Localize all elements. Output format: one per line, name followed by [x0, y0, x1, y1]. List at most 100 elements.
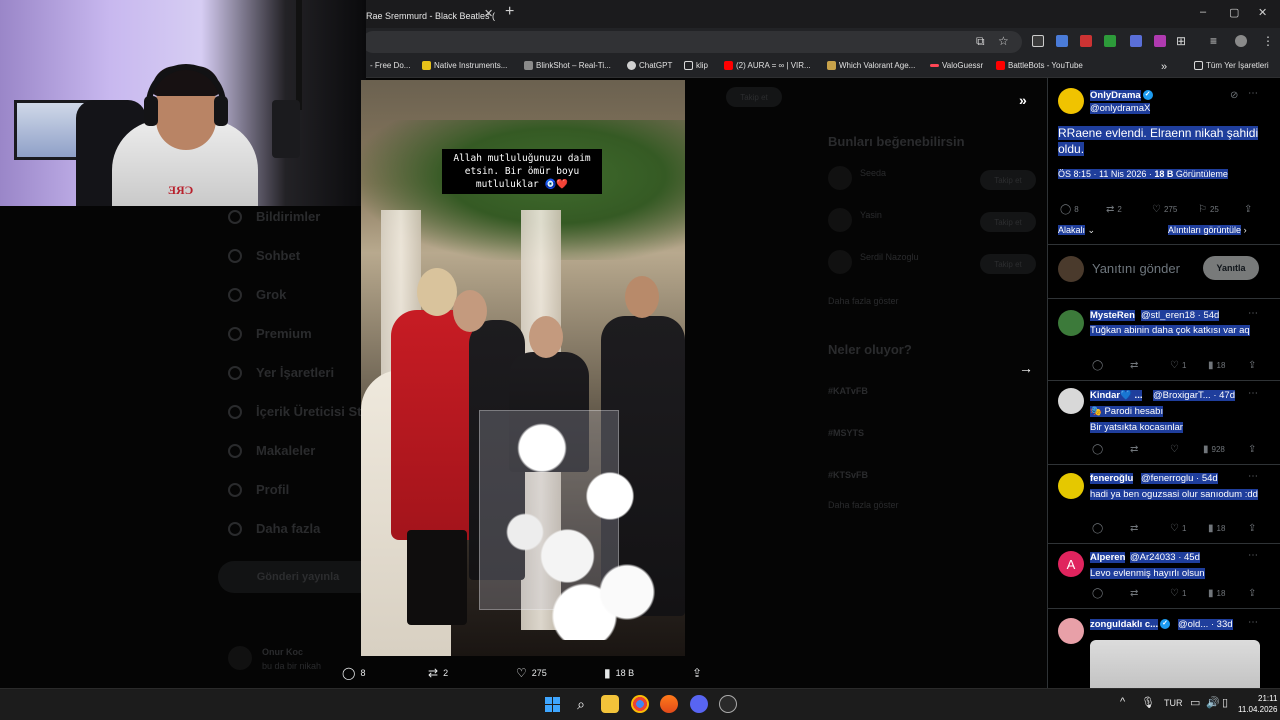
more-options-icon[interactable]: ⋯: [1248, 550, 1258, 561]
reply-avatar[interactable]: [1058, 310, 1084, 336]
bookmark-item[interactable]: BlinkShot – Real-Ti...: [524, 61, 611, 70]
reply-reply-action[interactable]: ◯: [1092, 523, 1103, 534]
file-explorer-icon[interactable]: [601, 695, 619, 713]
reply-media-thumbnail[interactable]: [1090, 640, 1260, 688]
address-input[interactable]: [362, 31, 1022, 53]
trend-item[interactable]: #MSYTS: [828, 428, 864, 438]
profile-avatar[interactable]: [1235, 35, 1247, 47]
more-options-icon[interactable]: ⋯: [1248, 471, 1258, 482]
video-player[interactable]: Allah mutluluğunuzu daim etsin. Bir ömür…: [361, 80, 685, 656]
language-indicator[interactable]: TUR: [1164, 698, 1183, 708]
steam-icon[interactable]: [719, 695, 737, 713]
media-like-action[interactable]: ♡ 275: [516, 666, 547, 680]
tab-close-icon[interactable]: ✕: [484, 7, 493, 20]
reply-repost-action[interactable]: ⇄: [1130, 360, 1138, 371]
author-name[interactable]: OnlyDrama ✓: [1090, 90, 1153, 101]
nav-profile[interactable]: Profil: [228, 482, 289, 497]
post-button[interactable]: Gönderi yayınla: [218, 561, 378, 593]
follow-suggestion-button[interactable]: Takip et: [980, 254, 1036, 274]
windows-start-icon[interactable]: [543, 695, 561, 713]
expand-panel-button[interactable]: »: [1019, 92, 1027, 108]
sort-dropdown[interactable]: Alakalı ⌄: [1058, 224, 1095, 237]
media-reply-action[interactable]: ◯ 8: [342, 666, 365, 680]
reply-repost-action[interactable]: ⇄: [1130, 444, 1138, 455]
extension-icon[interactable]: [1032, 35, 1044, 47]
bookmark-item[interactable]: ChatGPT: [627, 61, 672, 70]
new-tab-button[interactable]: +: [505, 3, 514, 21]
star-icon[interactable]: ☆: [998, 34, 1009, 48]
reply-share-action[interactable]: ⇪: [1248, 444, 1256, 455]
reply-author[interactable]: zonguldaklı c... ✓: [1090, 619, 1171, 630]
extension-icon[interactable]: [1080, 35, 1092, 47]
more-options-icon[interactable]: ⋯: [1248, 388, 1258, 399]
maximize-button[interactable]: ▢: [1229, 6, 1239, 19]
reply-stat[interactable]: ◯ 8: [1060, 204, 1079, 215]
reply-views[interactable]: ▮ 18: [1208, 588, 1225, 599]
view-quotes-link[interactable]: Alıntıları görüntüle ›: [1168, 224, 1247, 237]
reply-reply-action[interactable]: ◯: [1092, 360, 1103, 371]
reply-author[interactable]: Kindar💙 ...: [1090, 390, 1143, 401]
translate-extension-icon[interactable]: [1056, 35, 1068, 47]
reply-avatar[interactable]: [1058, 473, 1084, 499]
reply-handle[interactable]: @stl_eren18 · 54d: [1141, 310, 1220, 321]
battery-icon[interactable]: ▯: [1222, 696, 1228, 709]
volume-icon[interactable]: 🔊: [1206, 696, 1220, 709]
all-bookmarks-folder[interactable]: Tüm Yer İşaretleri: [1194, 61, 1269, 70]
download-extension-icon[interactable]: [1104, 35, 1116, 47]
reply-avatar[interactable]: [1058, 618, 1084, 644]
reply-reply-action[interactable]: ◯: [1092, 444, 1103, 455]
reply-handle[interactable]: @old... · 33d: [1178, 619, 1233, 630]
author-avatar[interactable]: [1058, 88, 1084, 114]
nav-premium[interactable]: Premium: [228, 326, 312, 341]
reply-share-action[interactable]: ⇪: [1248, 360, 1256, 371]
active-tab[interactable]: Rae Sremmurd - Black Beatles (: [360, 4, 500, 28]
reply-like-action[interactable]: ♡ 1: [1170, 360, 1186, 371]
bookmark-item[interactable]: (2) AURA = ∞ | VIR...: [724, 61, 811, 70]
nav-articles[interactable]: Makaleler: [228, 443, 315, 458]
monitor-icon[interactable]: ▭: [1190, 696, 1200, 709]
microphone-icon[interactable]: 🎙: [1141, 696, 1155, 709]
reply-handle[interactable]: @fenerroglu · 54d: [1141, 473, 1218, 484]
more-options-icon[interactable]: ⋯: [1248, 617, 1258, 628]
bookmark-stat[interactable]: ⚐ 25: [1198, 204, 1219, 215]
reply-repost-action[interactable]: ⇄: [1130, 588, 1138, 599]
author-handle[interactable]: @onlydramaX: [1090, 103, 1151, 114]
chrome-icon[interactable]: [631, 695, 649, 713]
nav-more[interactable]: Daha fazla: [228, 521, 320, 536]
reply-repost-action[interactable]: ⇄: [1130, 523, 1138, 534]
reply-handle[interactable]: @BroxigarT... · 47d: [1153, 390, 1235, 401]
nav-creator-studio[interactable]: İçerik Üreticisi St: [228, 404, 362, 419]
nav-notifications[interactable]: Bildirimler: [228, 209, 320, 224]
nav-bookmarks[interactable]: Yer İşaretleri: [228, 365, 334, 380]
close-window-button[interactable]: ✕: [1258, 6, 1267, 19]
bookmark-item[interactable]: - Free Do...: [370, 61, 410, 70]
search-icon[interactable]: ⌕: [572, 695, 590, 713]
reply-handle[interactable]: @Ar24033 · 45d: [1130, 552, 1200, 563]
reply-views[interactable]: ▮ 928: [1203, 444, 1225, 455]
extension-icon[interactable]: [1154, 35, 1166, 47]
puzzle-icon[interactable]: ⊞: [1176, 34, 1186, 48]
follow-button[interactable]: Takip et: [726, 87, 782, 107]
reply-avatar[interactable]: A: [1058, 551, 1084, 577]
brave-browser-icon[interactable]: [660, 695, 678, 713]
discord-icon[interactable]: [690, 695, 708, 713]
reply-share-action[interactable]: ⇪: [1248, 588, 1256, 599]
reply-button[interactable]: Yanıtla: [1203, 256, 1259, 280]
menu-kebab-icon[interactable]: ⋮: [1262, 34, 1274, 48]
bookmark-item[interactable]: Native Instruments...: [422, 61, 507, 70]
media-repost-action[interactable]: ⇄ 2: [428, 666, 448, 680]
install-app-icon[interactable]: ⧉: [976, 34, 985, 49]
share-button[interactable]: ⇪: [1244, 204, 1252, 215]
repost-stat[interactable]: ⇄ 2: [1106, 204, 1122, 215]
more-options-icon[interactable]: ⋯: [1248, 308, 1258, 319]
reply-reply-action[interactable]: ◯: [1092, 588, 1103, 599]
grok-icon[interactable]: ⊘: [1230, 90, 1238, 101]
bookmark-folder[interactable]: klip: [684, 61, 708, 70]
bookmark-item[interactable]: ValoGuessr: [930, 61, 983, 70]
bookmarks-overflow-button[interactable]: »: [1161, 61, 1167, 73]
follow-suggestion-button[interactable]: Takip et: [980, 212, 1036, 232]
reply-author[interactable]: Alperen: [1090, 552, 1126, 563]
extension-icon[interactable]: [1130, 35, 1142, 47]
next-media-button[interactable]: →: [1019, 360, 1033, 376]
trend-item[interactable]: #KATvFB: [828, 386, 868, 396]
